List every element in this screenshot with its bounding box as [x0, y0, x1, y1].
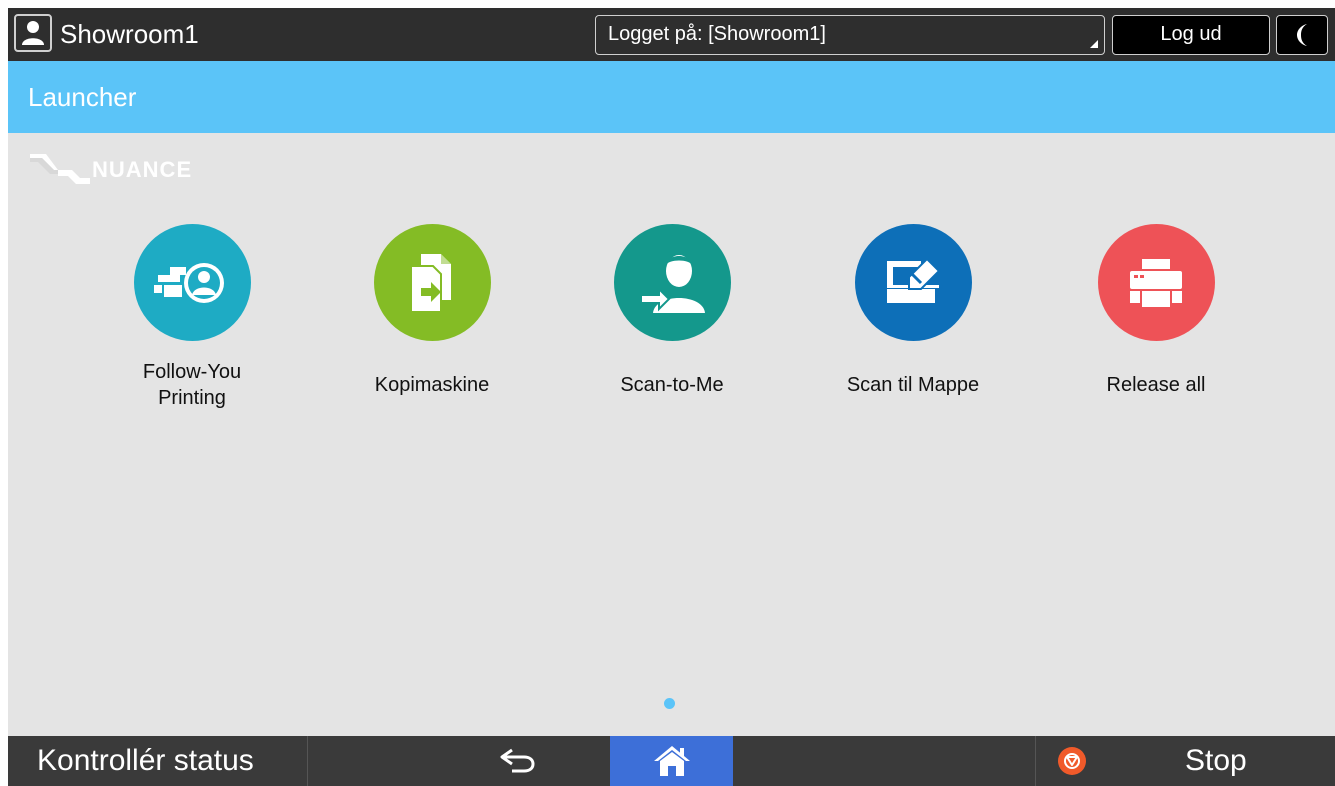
night-mode-button[interactable] — [1276, 15, 1328, 55]
screen: Showroom1 Logget på: [Showroom1] Log ud … — [8, 8, 1335, 786]
title-bar: Launcher — [8, 61, 1335, 133]
app-label-line: Kopimaskine — [374, 374, 490, 396]
page-title: Launcher — [28, 82, 137, 112]
login-status-dropdown[interactable]: Logget på: [Showroom1] — [595, 15, 1105, 55]
bottom-bar: Kontrollér status Stop — [8, 736, 1335, 786]
app-label-line: Scan til Mappe — [846, 374, 980, 396]
app-label-line: Printing — [158, 387, 226, 409]
app-label: Scan til Mappe — [813, 372, 1013, 398]
scan-to-me-icon — [613, 224, 731, 341]
logo-text: NUANCE — [92, 157, 193, 182]
home-icon — [653, 746, 690, 776]
scanner-icon — [854, 224, 972, 341]
follow-you-printing-icon — [133, 224, 251, 341]
printer-icon — [1097, 224, 1215, 341]
page-indicator-dot[interactable] — [664, 698, 675, 709]
app-label-line: Follow-You — [142, 361, 242, 383]
nuance-logo-icon — [30, 154, 90, 184]
app-scan-til-mappe[interactable]: Scan til Mappe — [813, 224, 1013, 398]
back-arrow-icon — [500, 748, 535, 773]
app-scan-to-me[interactable]: Scan-to-Me — [572, 224, 772, 398]
home-button[interactable] — [610, 736, 733, 786]
user-icon[interactable] — [14, 14, 52, 52]
back-button[interactable] — [478, 736, 558, 786]
app-kopimaskine[interactable]: Kopimaskine — [332, 224, 532, 398]
app-label-line: Scan-to-Me — [620, 374, 724, 396]
app-release-all[interactable]: Release all — [1056, 224, 1256, 398]
app-label: Follow-You Printing — [92, 359, 292, 411]
app-label: Release all — [1056, 372, 1256, 398]
stop-icon[interactable] — [1058, 747, 1086, 775]
login-status-text: Logget på: [Showroom1] — [608, 23, 826, 45]
logout-button[interactable]: Log ud — [1112, 15, 1270, 55]
app-follow-you-printing[interactable]: Follow-You Printing — [92, 224, 292, 411]
top-bar: Showroom1 Logget på: [Showroom1] Log ud — [8, 8, 1335, 61]
copy-documents-icon — [373, 224, 491, 341]
check-status-button[interactable]: Kontrollér status — [8, 736, 308, 786]
app-label: Kopimaskine — [332, 372, 532, 398]
dropdown-corner-icon — [1090, 40, 1098, 48]
moon-icon — [1297, 24, 1307, 46]
app-label-line: Release all — [1106, 374, 1206, 396]
app-label: Scan-to-Me — [572, 372, 772, 398]
user-name: Showroom1 — [60, 19, 199, 49]
stop-label[interactable]: Stop — [1185, 736, 1247, 786]
